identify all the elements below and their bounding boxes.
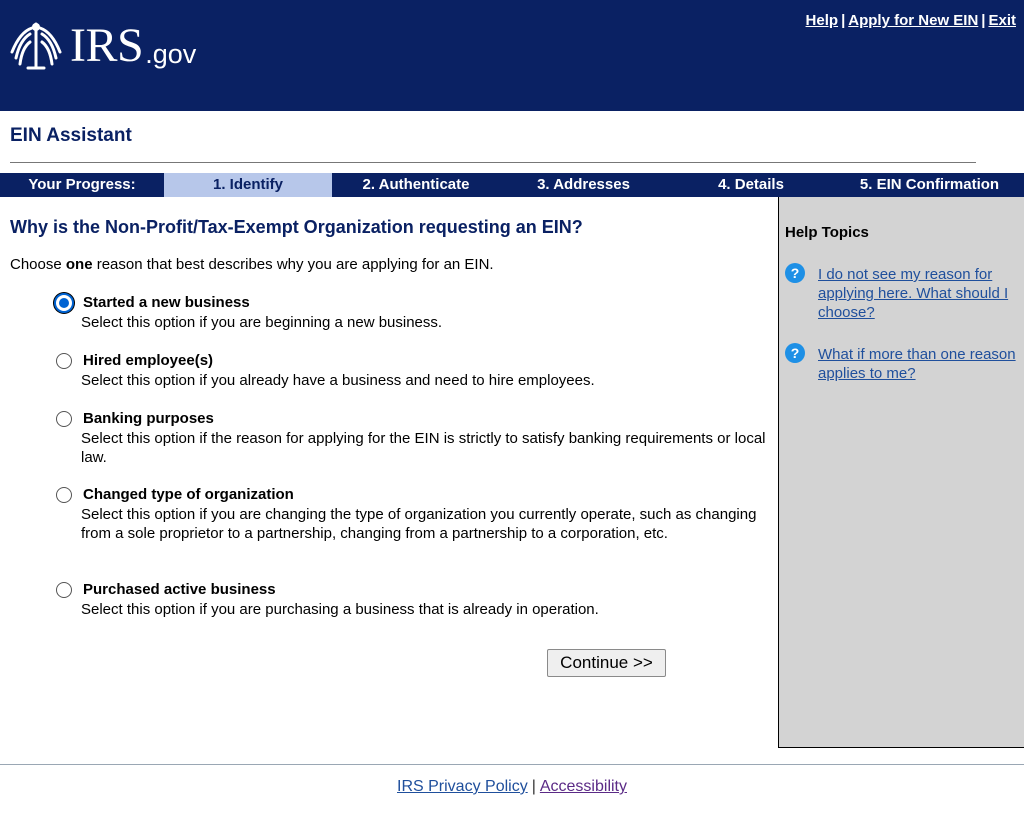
radio-started-new-business[interactable] xyxy=(54,293,74,313)
eagle-icon xyxy=(10,22,62,70)
instruction-bold: one xyxy=(65,256,93,273)
link-separator: | xyxy=(981,12,986,29)
footer-separator: | xyxy=(531,778,536,795)
help-link-multiple-reasons[interactable]: What if more than one reason applies to … xyxy=(818,345,1024,383)
progress-step-identify: 1. Identify xyxy=(164,173,332,197)
site-header: IRS .gov Help | Apply for New EIN | Exit xyxy=(0,0,1024,111)
page-question: Why is the Non-Profit/Tax-Exempt Organiz… xyxy=(10,217,583,237)
title-divider xyxy=(10,162,976,163)
option-title: Changed type of organization xyxy=(83,486,294,503)
progress-bar: Your Progress: 1. Identify 2. Authentica… xyxy=(0,173,1024,197)
help-link-reason-not-listed[interactable]: I do not see my reason for applying here… xyxy=(818,265,1024,322)
option-title: Banking purposes xyxy=(83,410,214,427)
instruction-pre: Choose xyxy=(10,256,66,273)
privacy-policy-link[interactable]: IRS Privacy Policy xyxy=(397,778,528,795)
option-description: Select this option if you are purchasing… xyxy=(81,601,599,618)
top-links: Help | Apply for New EIN | Exit xyxy=(806,12,1016,29)
instruction-text: Choose one reason that best describes wh… xyxy=(10,256,494,273)
footer-links: IRS Privacy Policy | Accessibility xyxy=(0,778,1024,796)
irs-logo[interactable]: IRS .gov xyxy=(6,18,196,74)
progress-step-authenticate: 2. Authenticate xyxy=(362,176,470,193)
logo-irs-text: IRS xyxy=(70,19,144,72)
apply-new-ein-link[interactable]: Apply for New EIN xyxy=(848,12,978,29)
help-topics-title: Help Topics xyxy=(785,224,869,241)
accessibility-link[interactable]: Accessibility xyxy=(540,778,627,795)
option-description: Select this option if the reason for app… xyxy=(81,430,766,466)
instruction-post: reason that best describes why you are a… xyxy=(92,256,494,273)
radio-purchased-active-business[interactable] xyxy=(56,582,72,598)
option-title: Started a new business xyxy=(83,294,250,311)
progress-step-ein-confirmation: 5. EIN Confirmation xyxy=(859,176,1000,193)
link-separator: | xyxy=(841,12,846,29)
footer-divider xyxy=(0,764,1024,765)
progress-label: Your Progress: xyxy=(28,176,136,193)
logo-gov-text: .gov xyxy=(145,38,197,69)
option-description: Select this option if you already have a… xyxy=(81,372,595,389)
radio-changed-type-of-organization[interactable] xyxy=(56,487,72,503)
exit-link[interactable]: Exit xyxy=(988,12,1016,29)
option-description: Select this option if you are beginning … xyxy=(81,314,443,331)
continue-button[interactable]: Continue >> xyxy=(547,649,666,677)
option-title: Hired employee(s) xyxy=(83,352,214,369)
progress-step-addresses: 3. Addresses xyxy=(537,176,630,193)
question-circle-icon: ? xyxy=(785,343,805,363)
help-topics-panel: Help Topics ? I do not see my reason for… xyxy=(778,197,1024,748)
option-description: Select this option if you are changing t… xyxy=(81,506,757,542)
help-link[interactable]: Help xyxy=(806,12,839,29)
progress-step-details: 4. Details xyxy=(718,176,784,193)
question-circle-icon: ? xyxy=(785,263,805,283)
radio-hired-employees[interactable] xyxy=(56,353,72,369)
option-title: Purchased active business xyxy=(83,581,276,598)
radio-banking-purposes[interactable] xyxy=(56,411,72,427)
app-title: EIN Assistant xyxy=(10,125,132,146)
